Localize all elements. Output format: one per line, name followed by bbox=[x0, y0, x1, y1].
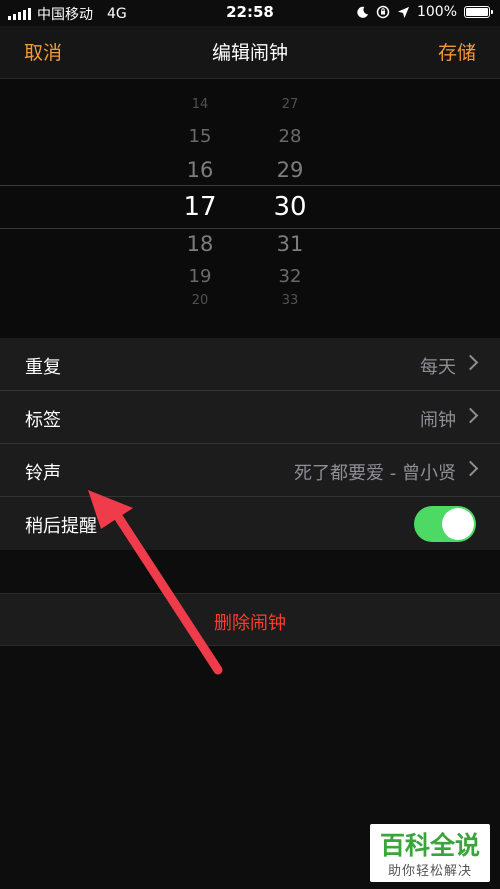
location-icon bbox=[397, 6, 410, 18]
repeat-value: 每天 bbox=[420, 357, 456, 378]
nav-bar: 取消 编辑闹钟 存储 bbox=[0, 26, 500, 79]
status-right: 100% bbox=[356, 4, 493, 20]
repeat-row[interactable]: 重复 每天 bbox=[0, 338, 500, 391]
snooze-row: 稍后提醒 bbox=[0, 497, 500, 550]
watermark-sub: 助你轻松解决 bbox=[387, 864, 472, 879]
hour-option[interactable]: 15 bbox=[170, 126, 230, 147]
minute-option[interactable]: 30 bbox=[260, 192, 320, 222]
hour-option[interactable]: 19 bbox=[170, 266, 230, 287]
chevron-right-icon bbox=[462, 407, 479, 424]
save-button[interactable]: 存储 bbox=[438, 38, 476, 65]
sound-value: 死了都要爱 - 曾小贤 bbox=[294, 463, 456, 484]
settings-list: 重复 每天 标签 闹钟 铃声 死了都要爱 - 曾小贤 稍后提醒 bbox=[0, 338, 500, 550]
time-picker[interactable]: 14 15 16 17 18 19 20 27 28 29 30 31 32 33 bbox=[0, 79, 500, 337]
toggle-knob bbox=[442, 508, 474, 540]
moon-icon bbox=[357, 6, 369, 18]
hour-option[interactable]: 17 bbox=[170, 192, 230, 222]
page-title: 编辑闹钟 bbox=[211, 42, 288, 64]
chevron-right-icon bbox=[462, 460, 479, 477]
hour-option[interactable]: 14 bbox=[170, 97, 230, 112]
delete-alarm-button[interactable]: 删除闹钟 bbox=[0, 593, 500, 646]
status-bar: 中国移动 4G 22:58 100% bbox=[0, 0, 500, 26]
sound-row[interactable]: 铃声 死了都要爱 - 曾小贤 bbox=[0, 444, 500, 497]
snooze-label: 稍后提醒 bbox=[25, 516, 97, 537]
minute-option[interactable]: 33 bbox=[260, 293, 320, 308]
picker-selection-band bbox=[0, 185, 500, 229]
watermark-main: 百科全说 bbox=[379, 831, 480, 860]
minute-option[interactable]: 29 bbox=[260, 158, 320, 182]
battery-icon bbox=[464, 6, 493, 18]
hour-option[interactable]: 18 bbox=[170, 232, 230, 256]
delete-alarm-label: 删除闹钟 bbox=[214, 613, 286, 634]
label-label: 标签 bbox=[25, 410, 61, 431]
hour-option[interactable]: 16 bbox=[170, 158, 230, 182]
label-value: 闹钟 bbox=[420, 410, 456, 431]
snooze-toggle[interactable] bbox=[414, 506, 476, 542]
minute-option[interactable]: 32 bbox=[260, 266, 320, 287]
battery-percent: 100% bbox=[416, 4, 457, 20]
battery-fill bbox=[466, 8, 488, 16]
chevron-right-icon bbox=[462, 354, 479, 371]
minute-option[interactable]: 28 bbox=[260, 126, 320, 147]
hour-option[interactable]: 20 bbox=[170, 293, 230, 308]
sound-label: 铃声 bbox=[25, 463, 61, 484]
repeat-label: 重复 bbox=[25, 357, 61, 378]
watermark-logo: 百科全说 助你轻松解决 bbox=[370, 824, 490, 882]
label-row[interactable]: 标签 闹钟 bbox=[0, 391, 500, 444]
minute-option[interactable]: 31 bbox=[260, 232, 320, 256]
minute-option[interactable]: 27 bbox=[260, 97, 320, 112]
rotation-lock-icon bbox=[376, 5, 390, 19]
